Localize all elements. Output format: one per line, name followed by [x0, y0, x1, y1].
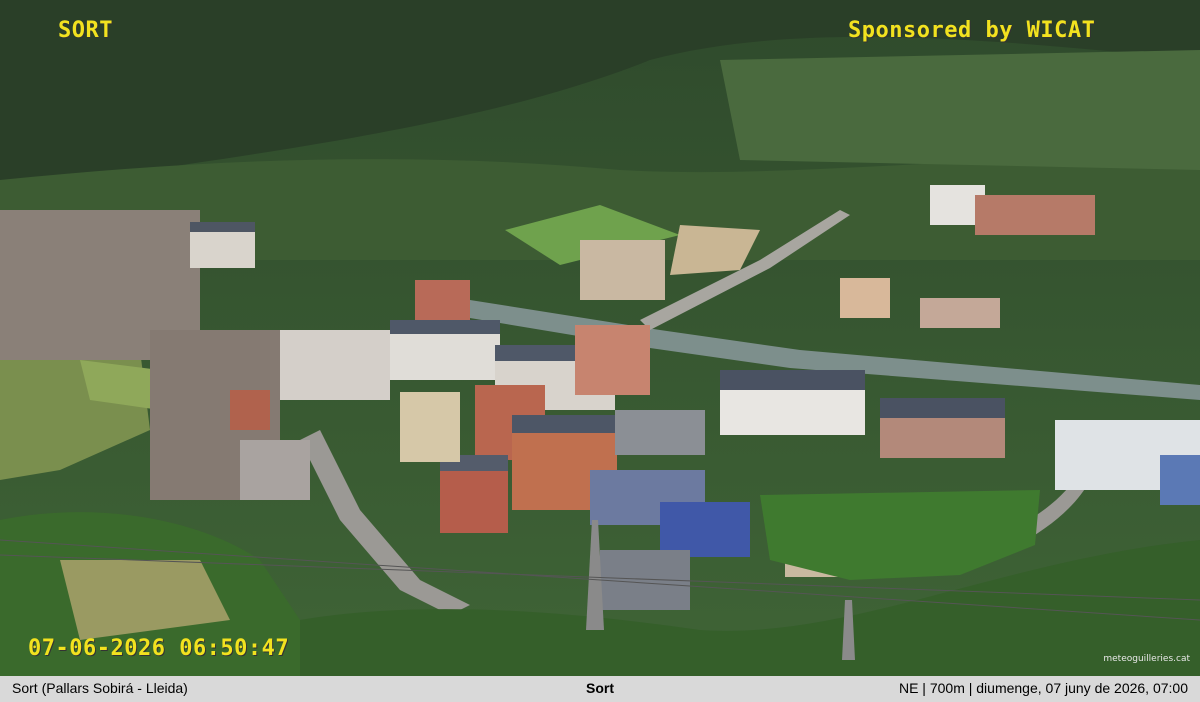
- watermark-label: meteoguilleries.cat: [1103, 654, 1190, 664]
- timestamp-label: 07-06-2026 06:50:47: [28, 636, 290, 661]
- webcam-photo: [0, 0, 1200, 676]
- info-bar: Sort Sort (Pallars Sobirá - Lleida) NE |…: [0, 676, 1200, 702]
- webcam-frame: SORT Sponsored by WICAT 07-06-2026 06:50…: [0, 0, 1200, 702]
- info-bar-location: Sort (Pallars Sobirá - Lleida): [12, 680, 188, 696]
- info-bar-details: NE | 700m | diumenge, 07 juny de 2026, 0…: [898, 680, 1188, 696]
- town-landscape-image: [0, 0, 1200, 676]
- sponsor-label: Sponsored by WICAT: [848, 18, 1096, 43]
- camera-name-label: SORT: [58, 18, 113, 43]
